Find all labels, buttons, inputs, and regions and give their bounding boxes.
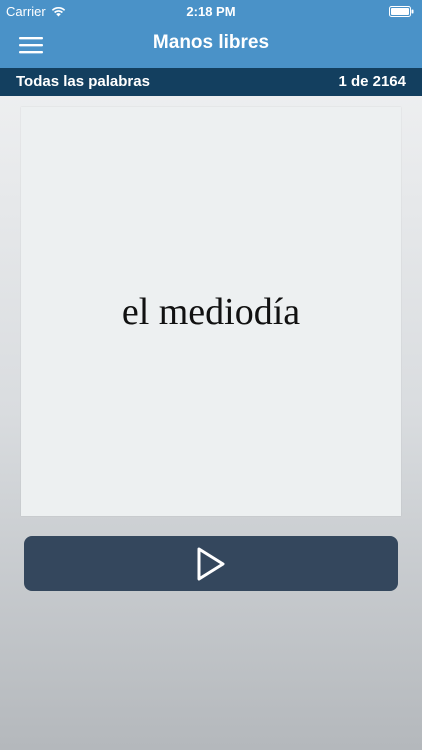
top-bar: Carrier 2:18 PM Manos libres [0, 0, 422, 68]
page-title: Manos libres [152, 32, 270, 53]
battery-icon [389, 6, 414, 17]
play-button[interactable] [24, 536, 398, 591]
list-name: Todas las palabras [16, 73, 150, 90]
flashcard[interactable]: el mediodía [21, 107, 401, 516]
play-icon [197, 547, 225, 580]
navigation-bar: Manos libres [0, 22, 422, 68]
card-counter: 1 de 2164 [338, 73, 406, 90]
status-time: 2:18 PM [186, 4, 236, 19]
list-header: Todas las palabras 1 de 2164 [0, 68, 422, 96]
flashcard-word: el mediodía [121, 290, 301, 333]
status-bar: Carrier 2:18 PM [0, 0, 422, 22]
